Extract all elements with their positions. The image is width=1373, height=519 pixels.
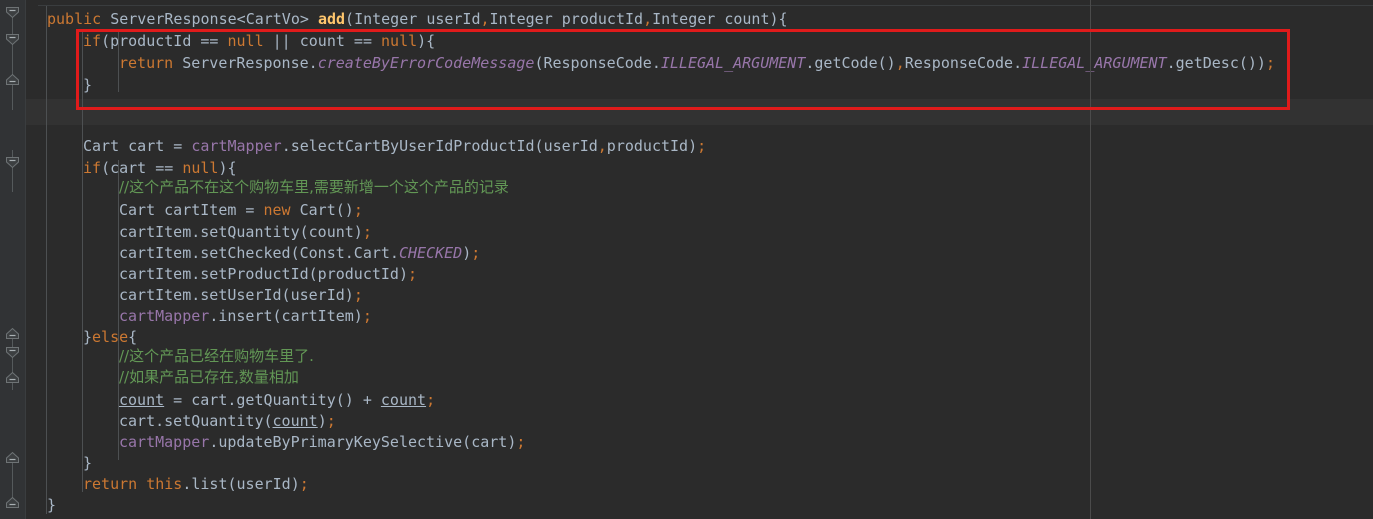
code-line-24: } xyxy=(47,496,57,514)
indent-guide-level-2a xyxy=(118,32,119,92)
indent-guide-level-0 xyxy=(46,6,47,514)
code-editor[interactable]: public ServerResponse<CartVo> add(Intege… xyxy=(0,0,1373,519)
code-line-4: } xyxy=(83,76,93,94)
indent-guide-level-2b xyxy=(118,160,119,460)
code-line-3: return ServerResponse.createByErrorCodeM… xyxy=(119,54,1275,72)
code-line-15: cartMapper.insert(cartItem); xyxy=(119,307,372,325)
indent-guide-level-1 xyxy=(82,32,83,492)
top-rule xyxy=(38,5,1373,6)
code-text-surface[interactable]: public ServerResponse<CartVo> add(Intege… xyxy=(0,0,1373,519)
right-margin-guide xyxy=(1090,0,1091,519)
code-line-21: cartMapper.updateByPrimaryKeySelective(c… xyxy=(119,433,526,451)
code-line-23: return this.list(userId); xyxy=(83,475,309,493)
